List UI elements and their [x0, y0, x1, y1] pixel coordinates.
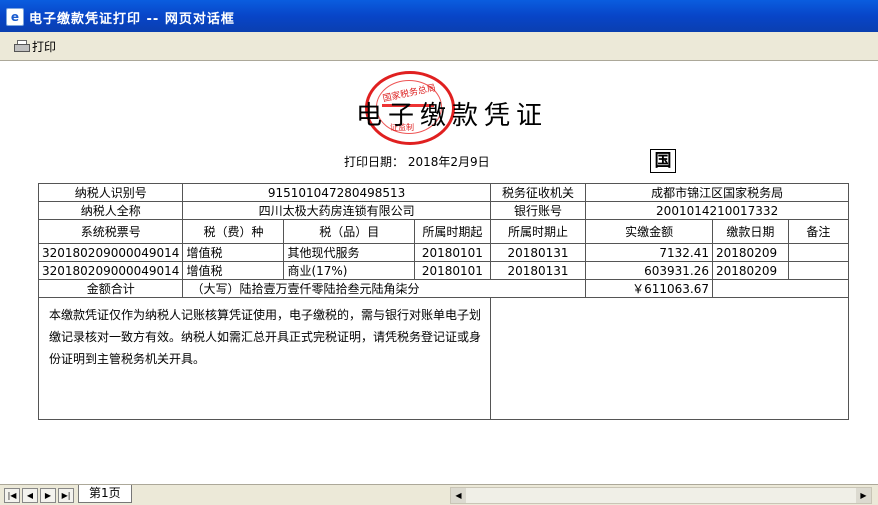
cell-period-start: 20180101 — [413, 261, 491, 280]
scroll-right-icon[interactable]: ▶ — [856, 488, 871, 503]
guo-mark: 国 — [650, 149, 676, 173]
tax-authority-label: 税务征收机关 — [489, 183, 587, 202]
total-row: 金额合计 （大写）陆拾壹万壹仟零陆拾叁元陆角柒分 ￥611063.67 — [37, 279, 849, 298]
printer-icon — [14, 40, 30, 52]
document-title: 电子缴款凭证 — [356, 101, 549, 131]
cell-pay-date: 20180209 — [712, 261, 789, 280]
sheet-tab[interactable]: 第1页 — [78, 485, 132, 503]
table-header-row: 系统税票号 税（费）种 税（品）目 所属时期起 所属时期止 实缴金额 缴款日期 … — [37, 219, 850, 244]
header-cell: 所属时期起 — [413, 219, 491, 244]
taxpayer-name-row: 纳税人全称 四川太极大药房连锁有限公司 银行账号 200101421001733… — [37, 201, 849, 220]
total-amount: ￥611063.67 — [585, 279, 714, 298]
header-cell: 缴款日期 — [712, 219, 789, 244]
sheet-tab-bar: |◀ ◀ ▶ ▶| 第1页 ◀ ▶ — [0, 484, 878, 505]
total-label: 金额合计 — [37, 279, 184, 298]
cell-ticket-no: 320180209000049014 — [37, 261, 184, 280]
header-cell: 税（品）目 — [283, 219, 415, 244]
table-row: 320180209000049014 增值税 其他现代服务 20180101 2… — [37, 243, 850, 262]
total-in-words: （大写）陆拾壹万壹仟零陆拾叁元陆角柒分 — [182, 279, 587, 298]
cell-pay-date: 20180209 — [712, 243, 789, 262]
cell-amount: 7132.41 — [585, 243, 714, 262]
note-row: 本缴款凭证仅作为纳税人记账核算凭证使用，电子缴税的，需与银行对账单电子划缴记录核… — [38, 297, 850, 420]
table-row: 320180209000049014 增值税 商业(17%) 20180101 … — [37, 261, 850, 280]
horizontal-scrollbar[interactable]: ◀ ▶ — [450, 487, 872, 504]
cell-period-start: 20180101 — [413, 243, 491, 262]
taxpayer-id: 915101047280498513 — [182, 183, 491, 202]
cell-tax-item: 其他现代服务 — [283, 243, 415, 262]
taxpayer-name: 四川太极大药房连锁有限公司 — [182, 201, 491, 220]
last-page-button[interactable]: ▶| — [58, 488, 74, 503]
print-button[interactable]: 打印 — [14, 37, 56, 55]
cell-tax-type: 增值税 — [182, 261, 285, 280]
tax-authority: 成都市锦江区国家税务局 — [585, 183, 849, 202]
cell-remark — [787, 243, 850, 262]
bank-account: 2001014210017332 — [585, 201, 849, 220]
header-cell: 系统税票号 — [37, 219, 184, 244]
first-page-button[interactable]: |◀ — [4, 488, 20, 503]
cell-ticket-no: 320180209000049014 — [37, 243, 184, 262]
title-bar: e 电子缴款凭证打印 -- 网页对话框 — [0, 0, 878, 32]
cell-tax-type: 增值税 — [182, 243, 285, 262]
print-button-label: 打印 — [32, 39, 57, 54]
cell-period-end: 20180131 — [489, 243, 587, 262]
cell-tax-item: 商业(17%) — [283, 261, 415, 280]
note-blank — [489, 297, 850, 420]
window-title: 电子缴款凭证打印 -- 网页对话框 — [29, 12, 235, 27]
print-date: 打印日期： 2018年2月9日 — [344, 155, 490, 169]
scroll-left-icon[interactable]: ◀ — [451, 488, 466, 503]
cell-remark — [787, 261, 850, 280]
taxpayer-id-label: 纳税人识别号 — [37, 183, 184, 202]
document-area: 国家税务总局 证监制 电子缴款凭证 打印日期： 2018年2月9日 国 纳税人识… — [0, 61, 878, 484]
header-cell: 备注 — [787, 219, 850, 244]
note-text: 本缴款凭证仅作为纳税人记账核算凭证使用，电子缴税的，需与银行对账单电子划缴记录核… — [38, 297, 491, 420]
ie-icon: e — [6, 8, 24, 26]
header-cell: 税（费）种 — [182, 219, 285, 244]
next-page-button[interactable]: ▶ — [40, 488, 56, 503]
cell-period-end: 20180131 — [489, 261, 587, 280]
cell-amount: 603931.26 — [585, 261, 714, 280]
header-cell: 实缴金额 — [585, 219, 714, 244]
toolbar: 打印 — [0, 32, 878, 61]
total-blank — [712, 279, 849, 298]
taxpayer-name-label: 纳税人全称 — [37, 201, 184, 220]
header-cell: 所属时期止 — [489, 219, 587, 244]
payment-table: 纳税人识别号 915101047280498513 税务征收机关 成都市锦江区国… — [37, 183, 850, 420]
prev-page-button[interactable]: ◀ — [22, 488, 38, 503]
bank-account-label: 银行账号 — [489, 201, 587, 220]
taxpayer-id-row: 纳税人识别号 915101047280498513 税务征收机关 成都市锦江区国… — [37, 183, 849, 202]
